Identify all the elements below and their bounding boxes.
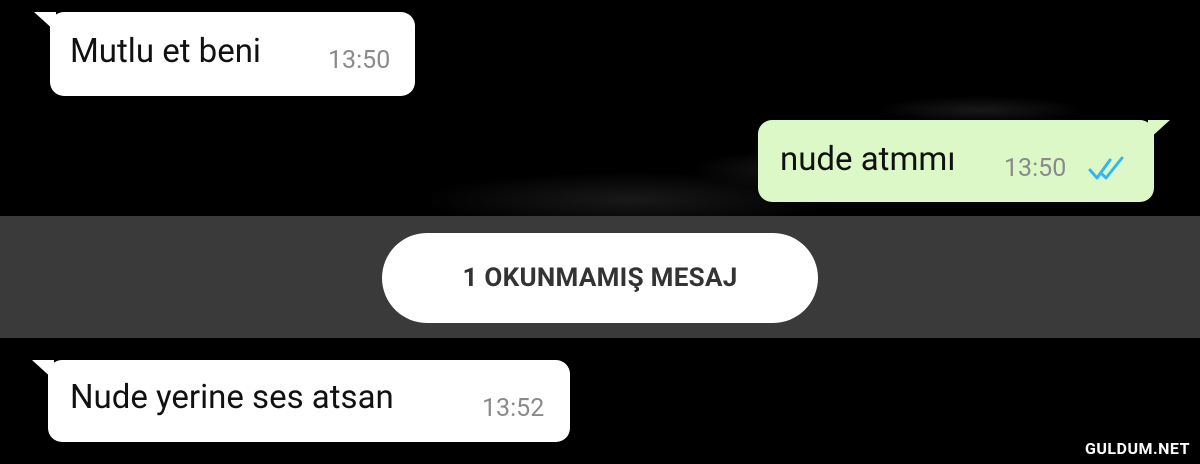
message-bubble-outgoing[interactable]: nude atmmı 13:50: [758, 120, 1170, 202]
watermark: GULDUM.NET: [1084, 439, 1190, 458]
message-time: 13:50: [328, 46, 391, 75]
bubble-tail: [1148, 120, 1170, 140]
message-text: nude atmmı: [780, 140, 956, 179]
bubble-tail: [34, 12, 56, 32]
message-bubble-incoming[interactable]: Mutlu et beni 13:50: [34, 12, 415, 96]
bubble-tail: [32, 360, 54, 380]
unread-messages-badge: 1 OKUNMAMIŞ MESAJ: [382, 233, 818, 323]
message-text: Nude yerine ses atsan: [70, 378, 394, 417]
message-time: 13:52: [482, 394, 545, 423]
double-check-icon: [1088, 156, 1124, 180]
message-time: 13:50: [1004, 154, 1067, 183]
message-text: Mutlu et beni: [70, 32, 261, 71]
message-bubble-incoming[interactable]: Nude yerine ses atsan 13:52: [32, 360, 570, 442]
